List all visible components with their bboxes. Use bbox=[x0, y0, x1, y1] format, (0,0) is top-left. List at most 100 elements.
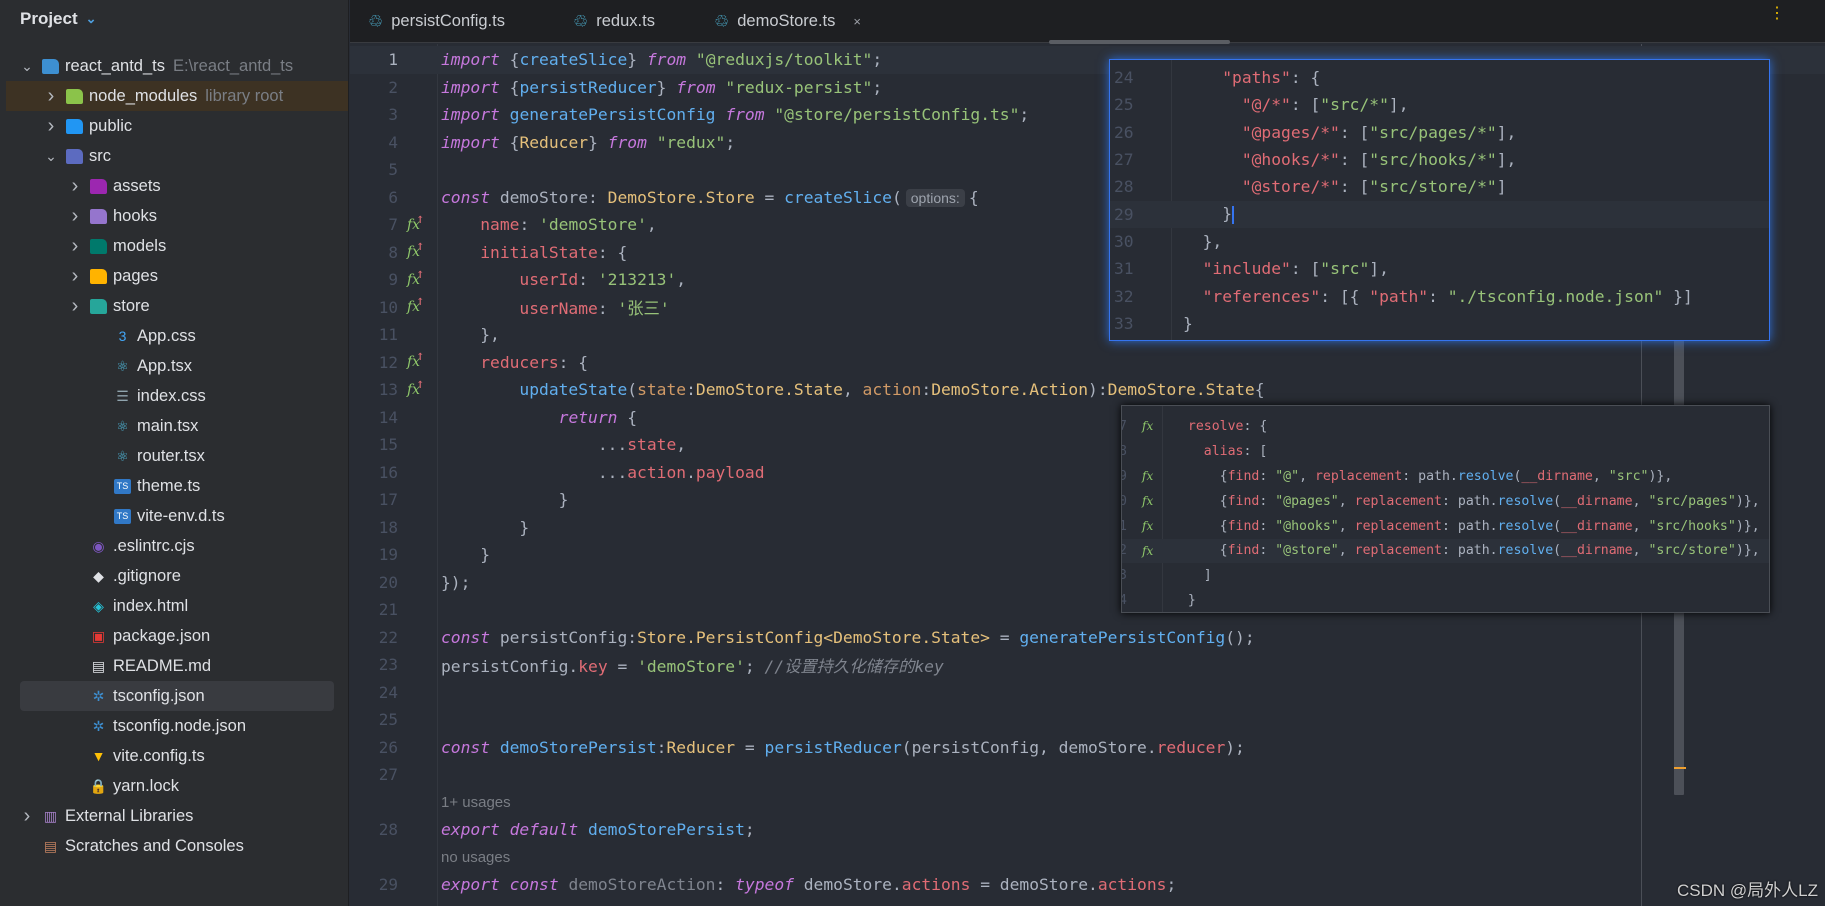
code-line[interactable]: 22 const persistConfig:Store.PersistConfi… bbox=[350, 624, 1825, 652]
chevron-right-icon[interactable]: › bbox=[20, 805, 34, 828]
code-token: "src" bbox=[1320, 259, 1370, 279]
tree-item[interactable]: ⚛ main.tsx bbox=[6, 411, 348, 441]
project-view-selector[interactable]: Project ⌄ bbox=[20, 9, 97, 29]
chevron-right-icon[interactable]: › bbox=[68, 235, 82, 258]
line-number[interactable]: 27 bbox=[350, 765, 398, 784]
code-line[interactable]: 23 persistConfig.key = 'demoStore'; //设置持… bbox=[350, 651, 1825, 679]
line-number[interactable]: 12 bbox=[350, 353, 398, 372]
implemented-property-icon[interactable]: fx↑ bbox=[407, 215, 428, 233]
chevron-right-icon[interactable]: › bbox=[68, 205, 82, 228]
line-number[interactable]: 16 bbox=[350, 463, 398, 482]
tree-item[interactable]: ✲ tsconfig.json bbox=[20, 681, 334, 711]
usages-link[interactable]: 1+ usages bbox=[441, 794, 511, 811]
code-token: payload bbox=[695, 462, 765, 482]
preview-line: 33} bbox=[1110, 310, 1769, 337]
implemented-property-icon[interactable]: fx↑ bbox=[407, 352, 428, 370]
line-number[interactable]: 23 bbox=[350, 655, 398, 674]
line-number[interactable]: 14 bbox=[350, 408, 398, 427]
chevron-right-icon[interactable]: › bbox=[44, 85, 58, 108]
code-line[interactable]: 25 bbox=[350, 706, 1825, 734]
tree-item[interactable]: 🔒 yarn.lock bbox=[6, 771, 348, 801]
line-number[interactable]: 1 bbox=[350, 50, 398, 69]
line-number[interactable]: 25 bbox=[350, 710, 398, 729]
tree-item[interactable]: 3 App.css bbox=[6, 321, 348, 351]
tree-item[interactable]: ▤ Scratches and Consoles bbox=[6, 831, 348, 861]
code-token: )}, bbox=[1735, 518, 1760, 534]
line-number[interactable]: 10 bbox=[350, 298, 398, 317]
tab-demostore-ts[interactable]: ♲ demoStore.ts × bbox=[714, 0, 861, 43]
tree-item[interactable]: › store bbox=[6, 291, 348, 321]
tree-item[interactable]: › assets bbox=[6, 171, 348, 201]
tab-redux-ts[interactable]: ♲ redux.ts bbox=[573, 0, 655, 43]
tree-item[interactable]: TS vite-env.d.ts bbox=[6, 501, 348, 531]
line-number[interactable]: 11 bbox=[350, 325, 398, 344]
line-number[interactable]: 9 bbox=[350, 270, 398, 289]
line-number[interactable]: 3 bbox=[350, 105, 398, 124]
implemented-property-icon[interactable]: fx↑ bbox=[407, 270, 428, 288]
usages-link[interactable]: no usages bbox=[441, 849, 510, 866]
line-number[interactable]: 7 bbox=[350, 215, 398, 234]
tree-item[interactable]: › node_modules library root bbox=[6, 81, 348, 111]
close-tab-icon[interactable]: × bbox=[853, 14, 861, 29]
tree-item[interactable]: TS theme.ts bbox=[6, 471, 348, 501]
code-line[interactable]: 29 export const demoStoreAction: typeof d… bbox=[350, 871, 1825, 899]
code-token: : bbox=[1259, 518, 1276, 534]
tree-item[interactable]: › pages bbox=[6, 261, 348, 291]
react-file-icon: ⚛ bbox=[116, 447, 129, 464]
implemented-property-icon[interactable]: fx↑ bbox=[407, 297, 428, 315]
chevron-right-icon[interactable]: › bbox=[44, 115, 58, 138]
tree-item[interactable]: ◈ index.html bbox=[6, 591, 348, 621]
code-line[interactable]: 13 fx↑ updateState(state:DemoStore.State,… bbox=[350, 376, 1825, 404]
line-number[interactable]: 6 bbox=[350, 188, 398, 207]
chevron-right-icon[interactable]: › bbox=[68, 175, 82, 198]
line-number[interactable]: 8 bbox=[350, 243, 398, 262]
tree-item[interactable]: ⌄ src bbox=[6, 141, 348, 171]
tree-item[interactable]: ⚛ router.tsx bbox=[6, 441, 348, 471]
line-number[interactable]: 17 bbox=[350, 490, 398, 509]
code-line[interactable]: 26 const demoStorePersist:Reducer = persi… bbox=[350, 734, 1825, 762]
line-number[interactable]: 15 bbox=[350, 435, 398, 454]
more-actions-icon[interactable]: ⋮ bbox=[1769, 6, 1785, 22]
tab-persistconfig-ts[interactable]: ♲ persistConfig.ts bbox=[368, 0, 505, 43]
code-line[interactable]: 28 export default demoStorePersist; bbox=[350, 816, 1825, 844]
code-token: demoStore: bbox=[490, 187, 608, 207]
tree-item-label: yarn.lock bbox=[113, 776, 180, 795]
line-number[interactable]: 26 bbox=[350, 738, 398, 757]
tree-item[interactable]: ⌄ react_antd_ts E:\react_antd_ts bbox=[6, 51, 348, 81]
code-line[interactable]: 24 bbox=[350, 679, 1825, 707]
tree-item[interactable]: ▣ package.json bbox=[6, 621, 348, 651]
code-token: , bbox=[1338, 543, 1355, 559]
tree-item[interactable]: › hooks bbox=[6, 201, 348, 231]
tree-item[interactable]: ◆ .gitignore bbox=[6, 561, 348, 591]
line-number[interactable]: 19 bbox=[350, 545, 398, 564]
implemented-property-icon[interactable]: fx↑ bbox=[407, 242, 428, 260]
tree-item[interactable]: ▼ vite.config.ts bbox=[6, 741, 348, 771]
line-number[interactable]: 4 bbox=[350, 133, 398, 152]
chevron-right-icon[interactable]: › bbox=[68, 265, 82, 288]
code-line[interactable]: 12 fx↑ reducers: { bbox=[350, 349, 1825, 377]
tree-item[interactable]: ⚛ App.tsx bbox=[6, 351, 348, 381]
line-number[interactable]: 21 bbox=[350, 600, 398, 619]
line-number[interactable]: 2 bbox=[350, 78, 398, 97]
tree-item[interactable]: ▤ README.md bbox=[6, 651, 348, 681]
line-number[interactable]: 18 bbox=[350, 518, 398, 537]
line-number[interactable]: 22 bbox=[350, 628, 398, 647]
tree-item[interactable]: › ▥ External Libraries bbox=[6, 801, 348, 831]
line-number[interactable]: 24 bbox=[350, 683, 398, 702]
line-number[interactable]: 28 bbox=[350, 820, 398, 839]
line-number[interactable]: 13 bbox=[350, 380, 398, 399]
line-number[interactable]: 5 bbox=[350, 160, 398, 179]
tree-item[interactable]: › public bbox=[6, 111, 348, 141]
code-token: DemoStore.State bbox=[695, 380, 843, 400]
tree-item[interactable]: ✲ tsconfig.node.json bbox=[6, 711, 348, 741]
tree-item[interactable]: › models bbox=[6, 231, 348, 261]
tree-item[interactable]: ◉ .eslintrc.cjs bbox=[6, 531, 348, 561]
tree-item[interactable]: ☰ index.css bbox=[6, 381, 348, 411]
chevron-down-icon[interactable]: ⌄ bbox=[44, 148, 58, 165]
code-line[interactable]: 27 bbox=[350, 761, 1825, 789]
line-number[interactable]: 20 bbox=[350, 573, 398, 592]
implemented-property-icon[interactable]: fx↑ bbox=[407, 380, 428, 398]
line-number[interactable]: 29 bbox=[350, 875, 398, 894]
chevron-down-icon[interactable]: ⌄ bbox=[20, 58, 34, 75]
chevron-right-icon[interactable]: › bbox=[68, 295, 82, 318]
